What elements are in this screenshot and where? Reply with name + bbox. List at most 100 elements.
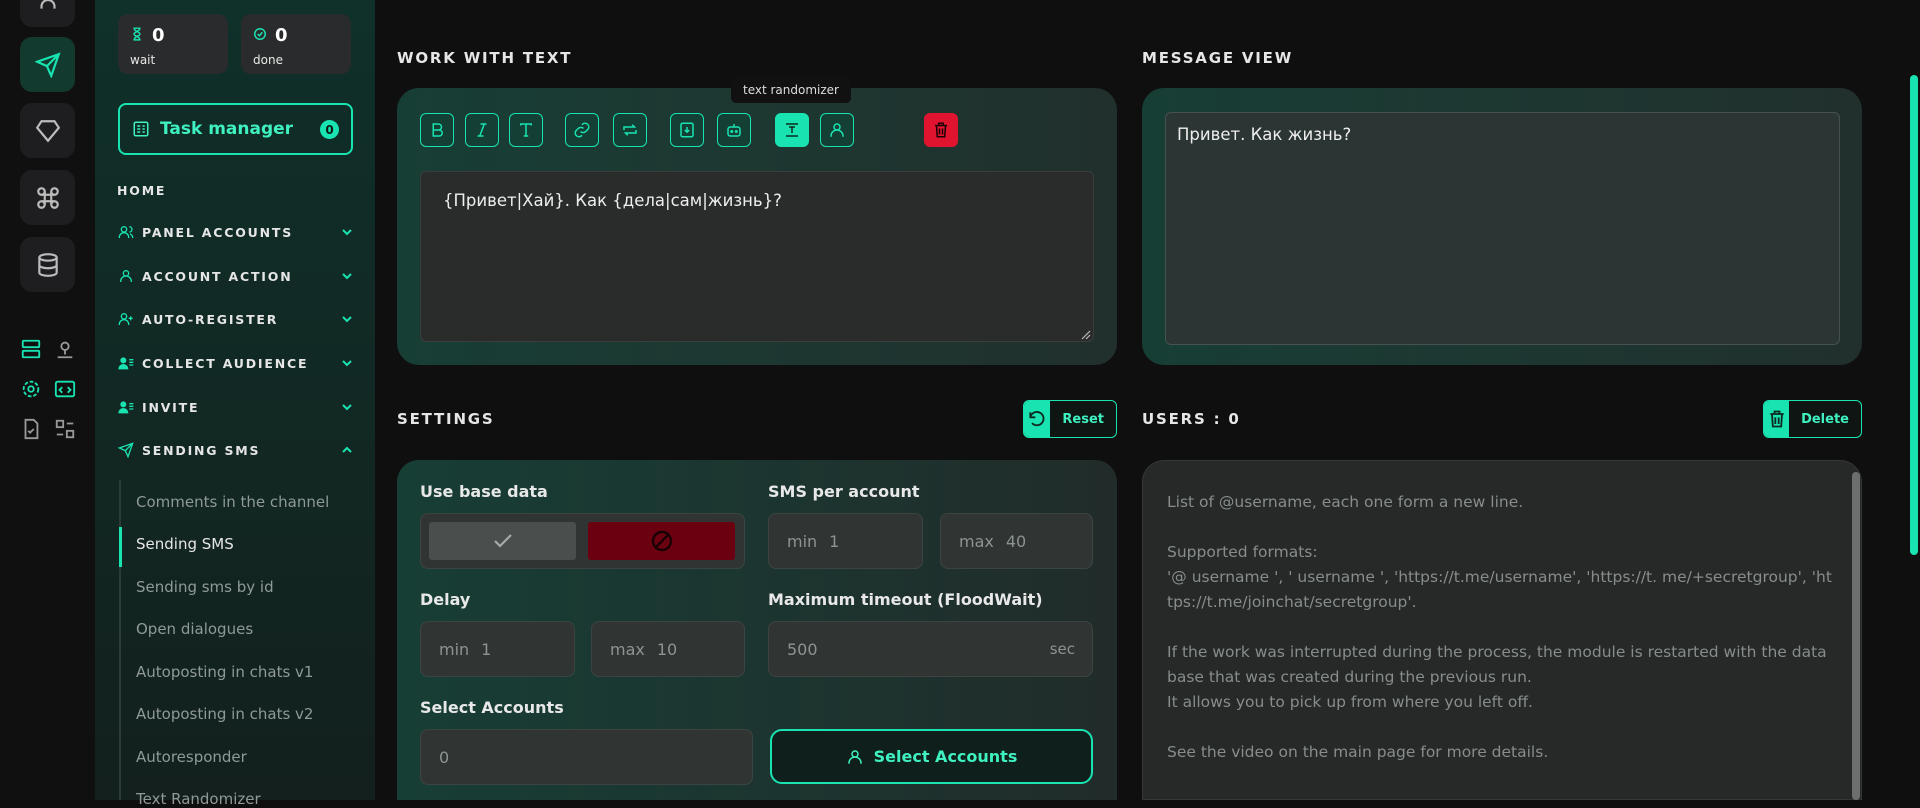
trash-icon[interactable]	[924, 113, 958, 147]
max-label: max	[610, 639, 645, 659]
use-base-no[interactable]	[588, 522, 735, 560]
bold-icon[interactable]	[420, 113, 454, 147]
sub-item-sending-by-id[interactable]: Sending sms by id	[136, 578, 274, 596]
nav-label: COLLECT AUDIENCE	[142, 355, 309, 371]
task-manager-button[interactable]: Task manager 0	[118, 103, 353, 155]
select-accounts-button[interactable]: Select Accounts	[770, 729, 1093, 784]
done-label: done	[253, 53, 283, 67]
diamond-icon[interactable]	[20, 103, 75, 158]
send-icon	[117, 442, 134, 458]
accounts-count-field: 0	[420, 729, 753, 785]
bot-icon[interactable]	[717, 113, 751, 147]
chevron-down-icon[interactable]	[339, 224, 355, 240]
users-icon	[118, 226, 134, 238]
delay-label: Delay	[420, 590, 471, 609]
reset-label: Reset	[1062, 411, 1104, 427]
use-base-yes[interactable]	[429, 522, 576, 560]
nav-label: PANEL ACCOUNTS	[142, 224, 293, 240]
server-list-icon[interactable]	[20, 338, 42, 360]
settings-title: SETTINGS	[397, 410, 495, 428]
placeholder-line: Supported formats:	[1167, 543, 1318, 561]
icon-rail	[0, 0, 95, 800]
sub-item-autoposting-v1[interactable]: Autoposting in chats v1	[136, 663, 313, 681]
sub-item-text-randomizer[interactable]: Text Randomizer	[136, 790, 261, 808]
nav-home[interactable]: HOME	[117, 183, 355, 198]
link-icon[interactable]	[565, 113, 599, 147]
use-base-data-label: Use base data	[420, 482, 548, 501]
sub-item-comments[interactable]: Comments in the channel	[136, 493, 329, 511]
done-stat: 0 done	[241, 14, 351, 74]
user-list-icon	[118, 401, 134, 414]
settings-gear-icon[interactable]	[20, 378, 42, 400]
timeout-input[interactable]: 500 sec	[768, 621, 1093, 677]
sidebar: 0 wait 0 done Task manager 0 HOME PANEL …	[95, 0, 375, 808]
nav-label: AUTO-REGISTER	[142, 311, 279, 327]
repeat-icon[interactable]	[613, 113, 647, 147]
sub-item-autoresponder[interactable]: Autoresponder	[136, 748, 247, 766]
nav-account-action[interactable]: ACCOUNT ACTION	[117, 268, 355, 284]
document-check-icon[interactable]	[20, 418, 42, 440]
nav-auto-register[interactable]: AUTO-REGISTER	[117, 311, 355, 327]
submenu-active-indicator	[119, 527, 122, 567]
download-icon[interactable]	[670, 113, 704, 147]
tooltip: text randomizer	[731, 77, 851, 103]
max-timeout-label: Maximum timeout (FloodWait)	[768, 590, 1043, 609]
sms-min-input[interactable]: min 1	[768, 513, 923, 569]
sub-item-autoposting-v2[interactable]: Autoposting in chats v2	[136, 705, 313, 723]
message-preview: Привет. Как жизнь?	[1165, 112, 1840, 345]
user-icon	[847, 749, 862, 764]
nav-label: INVITE	[142, 399, 200, 415]
nav-sending-sms[interactable]: SENDING SMS	[117, 442, 355, 458]
user-icon	[120, 270, 132, 282]
delay-max-value: 10	[656, 639, 678, 659]
command-icon[interactable]	[20, 170, 75, 225]
chevron-down-icon[interactable]	[339, 268, 355, 284]
done-count: 0	[275, 25, 288, 46]
text-editor[interactable]: {Привет|Хай}. Как {дела|сам|жизнь}?	[420, 171, 1094, 342]
nav-invite[interactable]: INVITE	[117, 399, 355, 415]
wait-stat: 0 wait	[118, 14, 228, 74]
sms-min-value: 1	[829, 531, 840, 551]
sub-item-sending-sms[interactable]: Sending SMS	[136, 535, 234, 553]
delay-max-input[interactable]: max 10	[591, 621, 745, 677]
users-scrollbar[interactable]	[1852, 472, 1860, 800]
work-with-text-title: WORK WITH TEXT	[397, 49, 573, 67]
resize-handle-icon[interactable]	[1081, 330, 1091, 340]
min-label: min	[787, 531, 818, 551]
profile-icon[interactable]	[20, 0, 75, 27]
timeout-unit: sec	[1049, 640, 1075, 658]
wait-label: wait	[130, 53, 156, 67]
nav-collect-audience[interactable]: COLLECT AUDIENCE	[117, 355, 355, 371]
code-window-icon[interactable]	[54, 378, 76, 400]
chevron-down-icon[interactable]	[339, 311, 355, 327]
nav-panel-accounts[interactable]: PANEL ACCOUNTS	[117, 224, 355, 240]
chevron-up-icon[interactable]	[339, 442, 355, 458]
placeholder-line: List of @username, each one form a new l…	[1167, 493, 1524, 511]
message-view-title: MESSAGE VIEW	[1142, 49, 1294, 67]
wait-count: 0	[152, 25, 165, 46]
timeout-value: 500	[787, 639, 818, 659]
chevron-down-icon[interactable]	[339, 355, 355, 371]
randomizer-icon[interactable]	[775, 113, 809, 147]
database-icon[interactable]	[20, 237, 75, 292]
user-list-icon	[118, 357, 134, 370]
delay-min-input[interactable]: min 1	[420, 621, 575, 677]
delete-label: Delete	[1801, 411, 1849, 427]
grid-transfer-icon[interactable]	[54, 418, 76, 440]
nav-label: ACCOUNT ACTION	[142, 268, 293, 284]
italic-icon[interactable]	[465, 113, 499, 147]
chevron-down-icon[interactable]	[339, 399, 355, 415]
placeholder-line: See the video on the main page for more …	[1167, 743, 1549, 761]
send-icon[interactable]	[20, 37, 75, 92]
nav-label: SENDING SMS	[142, 442, 261, 458]
delete-button[interactable]: Delete	[1763, 400, 1862, 438]
page-scrollbar[interactable]	[1910, 75, 1918, 555]
ban-icon	[651, 530, 672, 552]
user-icon[interactable]	[820, 113, 854, 147]
task-count-badge: 0	[320, 120, 339, 139]
text-icon[interactable]	[509, 113, 543, 147]
reset-button[interactable]: Reset	[1023, 400, 1117, 438]
sub-item-open-dialogues[interactable]: Open dialogues	[136, 620, 253, 638]
sms-max-input[interactable]: max 40	[940, 513, 1093, 569]
user-location-icon[interactable]	[54, 338, 76, 360]
